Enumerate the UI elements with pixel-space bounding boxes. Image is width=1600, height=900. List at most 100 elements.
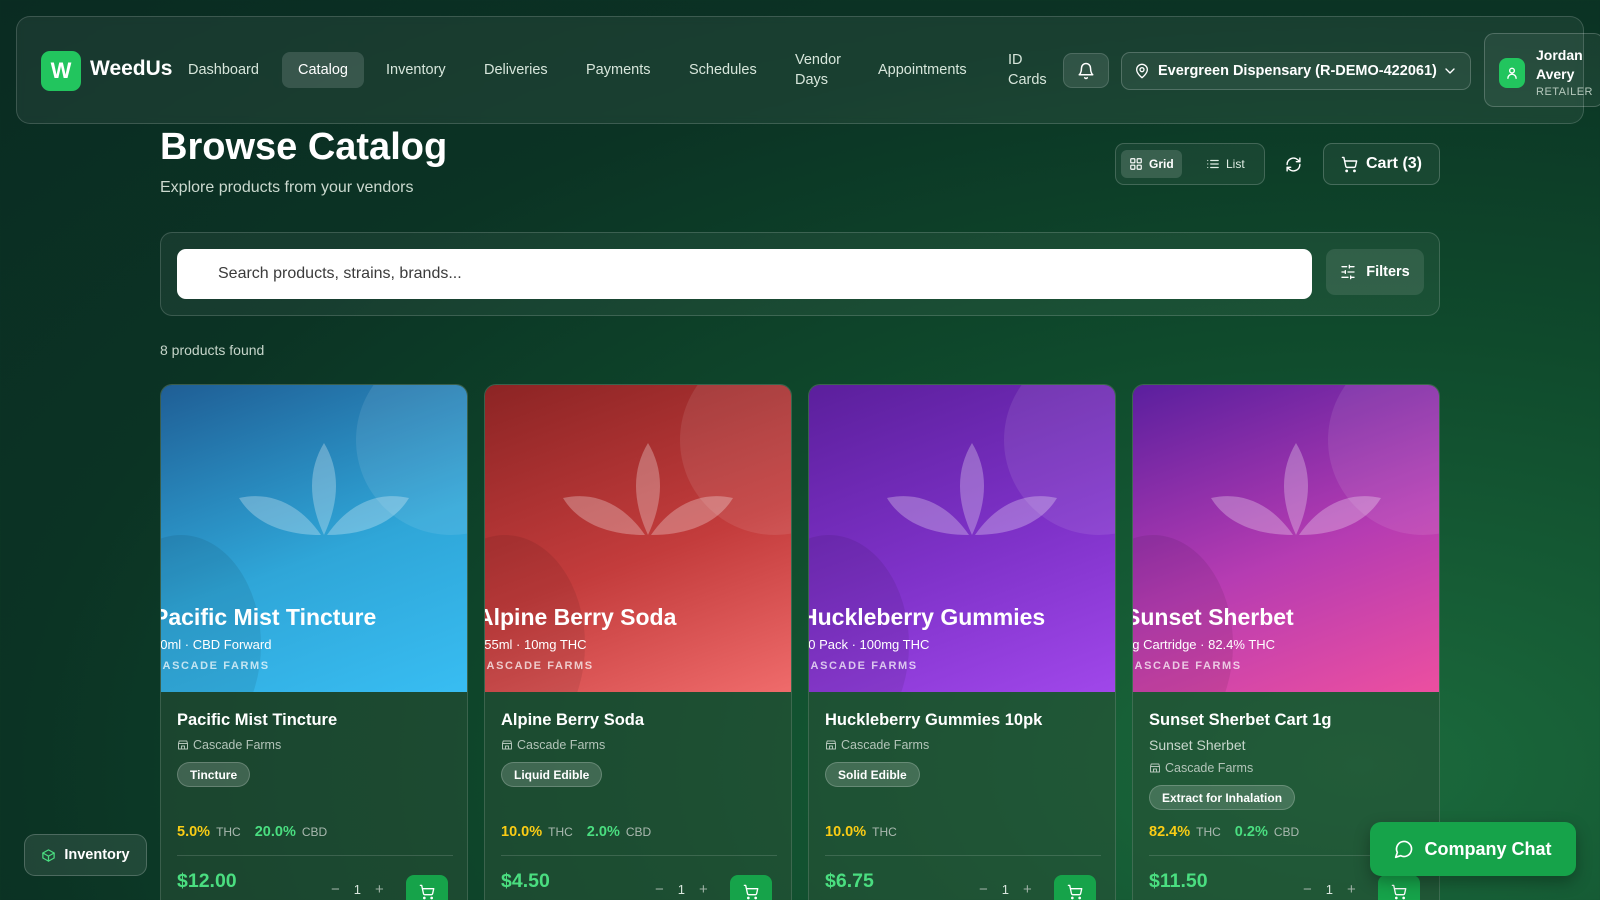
product-price: $12.00 [177, 870, 237, 892]
logo-mark[interactable]: W [41, 51, 81, 91]
refresh-icon [1285, 156, 1301, 172]
cart-label: Cart (3) [1365, 155, 1422, 172]
cart-icon [1391, 884, 1407, 900]
add-to-cart-button[interactable] [1378, 875, 1420, 900]
thc-value: 10.0% [501, 824, 543, 840]
product-card[interactable]: Alpine Berry Soda 355ml · 10mg THC CASCA… [484, 384, 792, 900]
product-card[interactable]: Pacific Mist Tincture 30ml · CBD Forward… [160, 384, 468, 900]
product-image[interactable]: Pacific Mist Tincture 30ml · CBD Forward… [161, 385, 467, 692]
quantity-stepper: − 1 + [1303, 881, 1356, 898]
image-subtitle: 1g Cartridge · 82.4% THC [1133, 637, 1276, 652]
increment-button[interactable]: + [1347, 881, 1356, 898]
page-subtitle: Explore products from your vendors [160, 179, 414, 196]
product-card[interactable]: Huckleberry Gummies 10 Pack · 100mg THC … [808, 384, 1116, 900]
location-label: Evergreen Dispensary (R-DEMO-422061) [1158, 63, 1437, 79]
nav-item-appointments[interactable]: Appointments [878, 60, 967, 80]
refresh-button[interactable] [1280, 151, 1306, 177]
image-title: Sunset Sherbet [1133, 604, 1294, 630]
sliders-icon [1341, 264, 1355, 280]
page-title: Browse Catalog [160, 126, 448, 168]
nav-item-vendor-days[interactable]: Vendor Days [795, 50, 851, 90]
potency-row: 10.0% THC [825, 824, 897, 840]
user-role: RETAILER [1536, 86, 1593, 98]
brand-name[interactable]: WeedUs [90, 57, 172, 81]
decrement-button[interactable]: − [331, 881, 340, 898]
nav-item-inventory[interactable]: Inventory [386, 60, 446, 80]
top-navigation: W WeedUs Dashboard Catalog Inventory Del… [16, 16, 1600, 124]
location-selector[interactable]: Evergreen Dispensary (R-DEMO-422061) [1121, 52, 1471, 90]
quantity-value[interactable]: 1 [1002, 882, 1009, 897]
image-subtitle: 355ml · 10mg THC [485, 637, 587, 652]
cart-icon [419, 884, 435, 900]
product-vendor: Cascade Farms [825, 738, 929, 752]
nav-item-catalog[interactable]: Catalog [282, 52, 364, 88]
add-to-cart-button[interactable] [730, 875, 772, 900]
package-icon [42, 848, 56, 862]
nav-item-deliveries[interactable]: Deliveries [484, 60, 548, 80]
chat-icon [1395, 840, 1413, 859]
user-menu[interactable]: Jordan Avery RETAILER [1484, 33, 1600, 107]
quantity-value[interactable]: 1 [1326, 882, 1333, 897]
product-name[interactable]: Huckleberry Gummies 10pk [825, 711, 1042, 730]
card-divider [825, 855, 1101, 856]
decrement-button[interactable]: − [655, 881, 664, 898]
company-chat-button[interactable]: Company Chat [1370, 822, 1576, 876]
filters-button[interactable]: Filters [1326, 249, 1424, 295]
thc-value: 10.0% [825, 824, 867, 840]
search-input[interactable] [177, 249, 1312, 299]
cannabis-leaf-icon [239, 443, 409, 535]
quantity-value[interactable]: 1 [354, 882, 361, 897]
increment-button[interactable]: + [699, 881, 708, 898]
nav-item-id-cards[interactable]: ID Cards [1008, 50, 1054, 90]
increment-button[interactable]: + [375, 881, 384, 898]
quantity-stepper: − 1 + [331, 881, 384, 898]
cbd-value: 0.2% [1234, 824, 1268, 840]
cart-icon [1067, 884, 1083, 900]
user-name: Jordan Avery [1536, 47, 1583, 82]
store-icon [826, 740, 836, 750]
add-to-cart-button[interactable] [1054, 875, 1096, 900]
nav-item-schedules[interactable]: Schedules [689, 60, 757, 80]
grid-view-button[interactable]: Grid [1121, 150, 1182, 178]
cannabis-leaf-icon [563, 443, 733, 535]
cannabis-leaf-icon [1211, 443, 1381, 535]
cart-button[interactable]: Cart (3) [1323, 143, 1440, 185]
image-title: Alpine Berry Soda [485, 604, 677, 630]
decrement-button[interactable]: − [979, 881, 988, 898]
increment-button[interactable]: + [1023, 881, 1032, 898]
image-brand: CASCADE FARMS [809, 660, 918, 672]
card-divider [501, 855, 777, 856]
notifications-button[interactable] [1063, 53, 1109, 88]
nav-item-payments[interactable]: Payments [586, 60, 650, 80]
thc-label: THC [1196, 825, 1221, 839]
product-vendor: Cascade Farms [1149, 761, 1253, 775]
quantity-value[interactable]: 1 [678, 882, 685, 897]
search-panel: Filters [160, 232, 1440, 316]
add-to-cart-button[interactable] [406, 875, 448, 900]
inventory-shortcut-button[interactable]: Inventory [24, 834, 147, 876]
decrement-button[interactable]: − [1303, 881, 1312, 898]
user-icon [1507, 67, 1517, 79]
thc-label: THC [872, 825, 897, 839]
quantity-stepper: − 1 + [655, 881, 708, 898]
category-badge: Liquid Edible [501, 762, 603, 787]
product-price: $6.75 [825, 870, 874, 892]
cbd-label: CBD [1273, 825, 1300, 839]
list-view-button[interactable]: List [1198, 150, 1253, 178]
store-icon [178, 740, 188, 750]
results-count: 8 products found [160, 342, 265, 358]
product-name[interactable]: Pacific Mist Tincture [177, 711, 337, 730]
image-subtitle: 30ml · CBD Forward [161, 637, 272, 652]
image-brand: CASCADE FARMS [485, 660, 594, 672]
product-image[interactable]: Sunset Sherbet 1g Cartridge · 82.4% THC … [1133, 385, 1439, 692]
product-image[interactable]: Huckleberry Gummies 10 Pack · 100mg THC … [809, 385, 1115, 692]
cannabis-leaf-icon [887, 443, 1057, 535]
nav-item-dashboard[interactable]: Dashboard [188, 60, 259, 80]
product-price: $4.50 [501, 870, 550, 892]
product-image[interactable]: Alpine Berry Soda 355ml · 10mg THC CASCA… [485, 385, 791, 692]
potency-row: 10.0% THC 2.0% CBD [501, 824, 651, 840]
company-chat-label: Company Chat [1424, 838, 1552, 859]
product-name[interactable]: Alpine Berry Soda [501, 711, 644, 730]
product-name[interactable]: Sunset Sherbet Cart 1g [1149, 711, 1331, 730]
potency-row: 82.4% THC 0.2% CBD [1149, 824, 1299, 840]
